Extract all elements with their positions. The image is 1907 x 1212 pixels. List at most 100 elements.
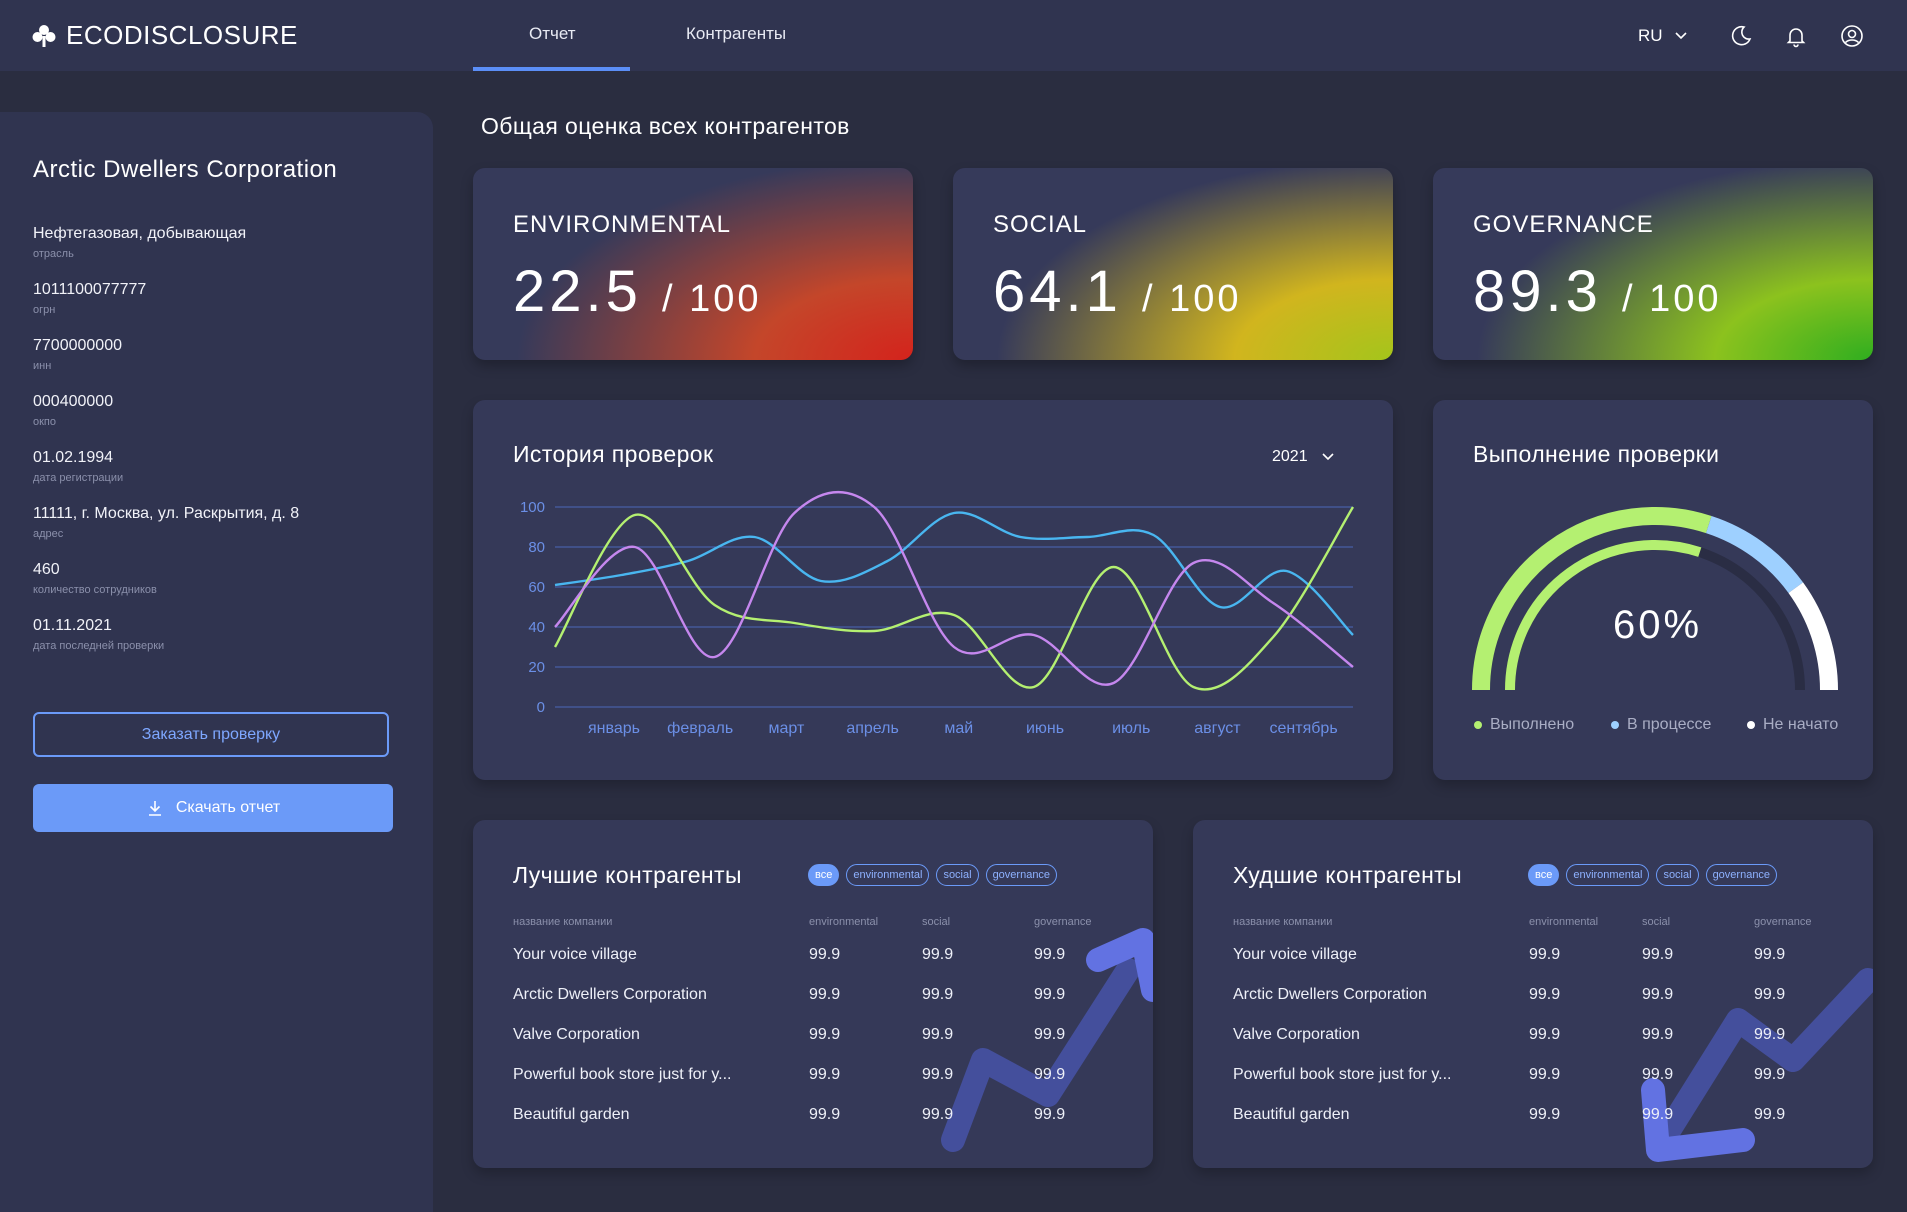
y-tick-label: 0 bbox=[537, 699, 545, 716]
active-tab-indicator bbox=[473, 67, 630, 71]
order-check-button[interactable]: Заказать проверку bbox=[33, 712, 389, 757]
worst-filters: все environmental social governance bbox=[1528, 864, 1778, 886]
leaf-logo-icon bbox=[32, 24, 56, 47]
field-value: 01.11.2021 bbox=[33, 617, 112, 634]
year-select[interactable]: 2021 bbox=[1272, 448, 1336, 466]
company-field: 1011100077777 огрн bbox=[33, 281, 146, 316]
score-cell: 99.9 bbox=[1642, 1106, 1674, 1123]
field-value: 7700000000 bbox=[33, 337, 122, 354]
field-value: 460 bbox=[33, 561, 60, 578]
score-cell: 99.9 bbox=[809, 1066, 841, 1083]
legend-label: В процессе bbox=[1627, 716, 1712, 733]
logo[interactable]: ECODISCLOSURE bbox=[32, 20, 298, 51]
score-cell: 99.9 bbox=[922, 1066, 954, 1083]
filter-social[interactable]: social bbox=[936, 864, 979, 886]
score-cell: 99.9 bbox=[922, 1026, 954, 1043]
filter-environmental[interactable]: environmental bbox=[846, 864, 930, 886]
bell-icon[interactable] bbox=[1784, 24, 1808, 48]
score-number: 22.5 bbox=[513, 259, 642, 324]
x-tick-label: апрель bbox=[846, 720, 899, 737]
y-tick-label: 100 bbox=[520, 499, 545, 516]
download-report-label: Скачать отчет bbox=[175, 799, 281, 816]
score-value: 89.3 / 100 bbox=[1473, 258, 1722, 325]
history-chart: 0 20 40 60 80 100 январь февраль март апрель май ию… bbox=[520, 491, 1355, 737]
column-header: governance bbox=[1754, 916, 1812, 928]
score-max: / 100 bbox=[1142, 278, 1242, 320]
score-cell: 99.9 bbox=[922, 986, 954, 1003]
company-cell[interactable]: Powerful book store just for y... bbox=[1233, 1066, 1451, 1084]
y-tick-label: 80 bbox=[528, 539, 545, 556]
progress-percent: 60% bbox=[1613, 603, 1703, 647]
tab-counterparties[interactable]: Контрагенты bbox=[686, 24, 786, 44]
company-cell[interactable]: Your voice village bbox=[1233, 946, 1357, 964]
order-check-label: Заказать проверку bbox=[141, 725, 281, 743]
language-label: RU bbox=[1638, 26, 1663, 45]
y-tick-label: 20 bbox=[528, 659, 545, 676]
column-header: environmental bbox=[1529, 916, 1599, 928]
download-report-button[interactable]: Скачать отчет bbox=[33, 784, 393, 832]
score-name: ENVIRONMENTAL bbox=[513, 211, 731, 238]
legend-dot bbox=[1474, 721, 1482, 729]
company-cell[interactable]: Arctic Dwellers Corporation bbox=[513, 986, 707, 1004]
moon-icon[interactable] bbox=[1729, 24, 1753, 48]
x-tick-label: февраль bbox=[667, 720, 733, 737]
score-cell: 99.9 bbox=[922, 1106, 954, 1123]
progress-title: Выполнение проверки bbox=[1473, 441, 1720, 467]
score-cell: 99.9 bbox=[1642, 1066, 1674, 1083]
filter-all[interactable]: все bbox=[1528, 864, 1560, 886]
user-icon[interactable] bbox=[1840, 24, 1864, 48]
score-card-social: SOCIAL 64.1 / 100 bbox=[953, 168, 1393, 360]
series-line-1 bbox=[553, 506, 1355, 691]
filter-social[interactable]: social bbox=[1656, 864, 1699, 886]
legend-dot bbox=[1747, 721, 1755, 729]
score-cell: 99.9 bbox=[1034, 1066, 1066, 1083]
company-cell[interactable]: Arctic Dwellers Corporation bbox=[1233, 986, 1427, 1004]
x-tick-label: май bbox=[944, 720, 973, 737]
legend-label: Не начато bbox=[1763, 716, 1839, 733]
filter-governance[interactable]: governance bbox=[985, 864, 1058, 886]
score-max: / 100 bbox=[1622, 278, 1722, 320]
field-label: адрес bbox=[33, 528, 64, 540]
logo-text: ECODISCLOSURE bbox=[66, 20, 298, 50]
filter-all[interactable]: все bbox=[808, 864, 840, 886]
field-label: огрн bbox=[33, 304, 56, 316]
company-cell[interactable]: Powerful book store just for y... bbox=[513, 1066, 731, 1084]
company-cell[interactable]: Beautiful garden bbox=[513, 1106, 630, 1124]
score-cell: 99.9 bbox=[1529, 1026, 1561, 1043]
score-cell: 99.9 bbox=[1529, 1066, 1561, 1083]
x-tick-label: июнь bbox=[1026, 720, 1064, 737]
score-card-environmental: ENVIRONMENTAL 22.5 / 100 bbox=[473, 168, 913, 360]
worst-title: Худшие контрагенты bbox=[1233, 862, 1463, 888]
company-cell[interactable]: Valve Corporation bbox=[1233, 1026, 1360, 1044]
company-field: 460 количество сотрудников bbox=[33, 561, 157, 596]
column-header: social bbox=[922, 916, 951, 928]
x-tick-label: август bbox=[1194, 720, 1241, 737]
score-cell: 99.9 bbox=[809, 986, 841, 1003]
score-number: 89.3 bbox=[1473, 259, 1602, 324]
score-cell: 99.9 bbox=[1642, 986, 1674, 1003]
company-cell[interactable]: Beautiful garden bbox=[1233, 1106, 1350, 1124]
language-select[interactable]: RU bbox=[1638, 26, 1689, 46]
score-max: / 100 bbox=[662, 278, 762, 320]
filter-environmental[interactable]: environmental bbox=[1566, 864, 1650, 886]
score-card-governance: GOVERNANCE 89.3 / 100 bbox=[1433, 168, 1873, 360]
y-tick-label: 40 bbox=[528, 619, 545, 636]
chevron-down-icon bbox=[1674, 32, 1687, 40]
field-label: количество сотрудников bbox=[33, 584, 157, 596]
best-title: Лучшие контрагенты bbox=[513, 862, 742, 888]
legend-done: Выполнено bbox=[1474, 716, 1574, 734]
chevron-down-icon bbox=[1322, 453, 1334, 461]
score-value: 22.5 / 100 bbox=[513, 258, 762, 325]
field-value: 1011100077777 bbox=[33, 281, 147, 298]
company-cell[interactable]: Valve Corporation bbox=[513, 1026, 640, 1044]
filter-governance[interactable]: governance bbox=[1705, 864, 1778, 886]
score-cell: 99.9 bbox=[809, 1106, 841, 1123]
company-field: 000400000 окпо bbox=[33, 393, 113, 428]
score-cell: 99.9 bbox=[1529, 1106, 1561, 1123]
tab-report[interactable]: Отчет bbox=[529, 24, 576, 44]
x-tick-label: январь bbox=[588, 720, 640, 737]
score-cell: 99.9 bbox=[1754, 946, 1786, 963]
year-label: 2021 bbox=[1272, 448, 1308, 465]
score-name: SOCIAL bbox=[993, 211, 1088, 238]
company-cell[interactable]: Your voice village bbox=[513, 946, 637, 964]
